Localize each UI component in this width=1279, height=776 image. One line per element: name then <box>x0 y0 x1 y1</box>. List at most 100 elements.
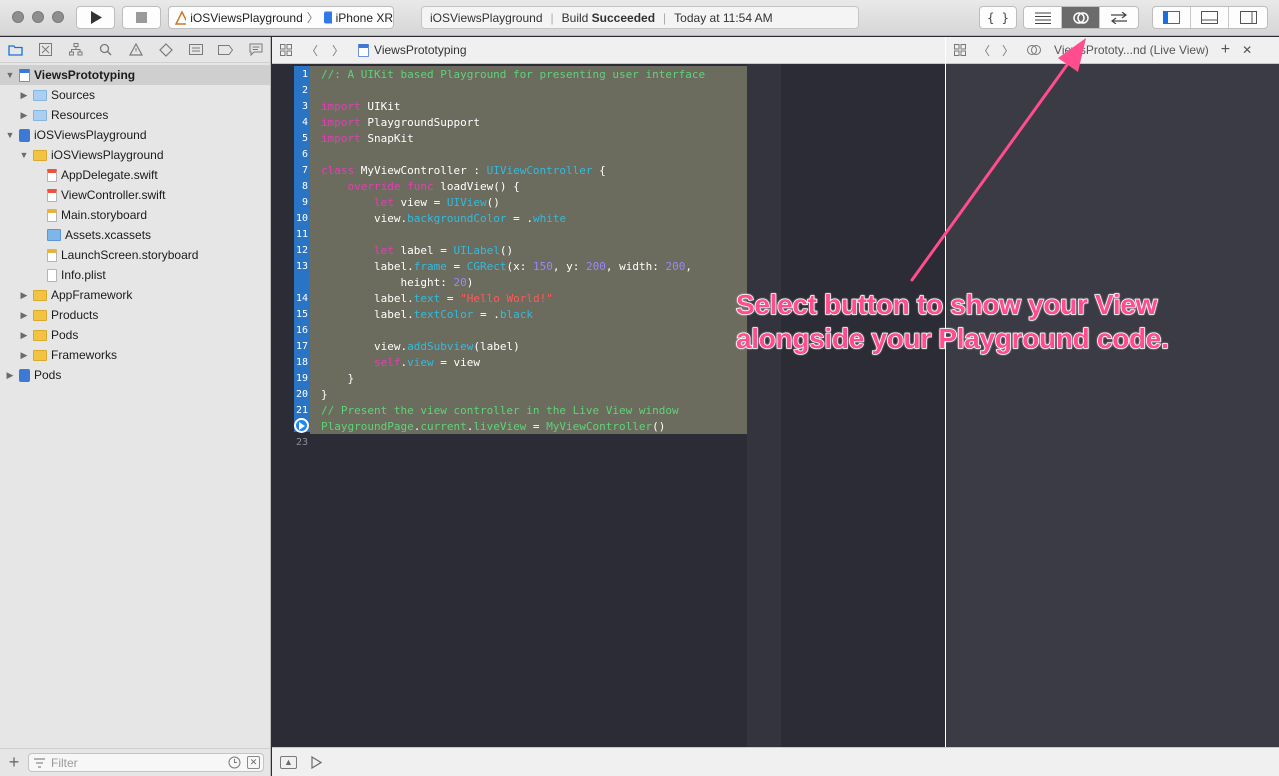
disclosure-collapsed-icon[interactable]: ▶ <box>19 350 29 361</box>
navigator-row[interactable]: LaunchScreen.storyboard <box>0 245 270 265</box>
callout-text: Select button to show your View alongsid… <box>735 288 1236 356</box>
navigator-row-label: AppFramework <box>51 288 133 302</box>
disclosure-collapsed-icon[interactable]: ▶ <box>19 330 29 341</box>
folder-icon <box>33 309 47 321</box>
back-arrow-icon[interactable]: 〈 <box>978 42 990 59</box>
editor-minimap[interactable] <box>747 64 781 747</box>
navigator-row-label: LaunchScreen.storyboard <box>61 248 199 262</box>
navigator-row[interactable]: ▶ Frameworks <box>0 345 270 365</box>
navigator-row[interactable]: ViewController.swift <box>0 185 270 205</box>
assistant-breadcrumb[interactable]: ViewsPrototy...nd (Live View) <box>1054 43 1209 57</box>
navigator-row[interactable]: Info.plist <box>0 265 270 285</box>
navigator-row[interactable]: ▶ Pods <box>0 325 270 345</box>
tab-source-control[interactable] <box>35 40 56 60</box>
navigator-row[interactable]: ▶ Pods <box>0 365 270 385</box>
version-editor-button[interactable] <box>1100 7 1138 28</box>
library-button[interactable]: { } <box>979 6 1017 29</box>
navigator-row[interactable]: ▶ Products <box>0 305 270 325</box>
close-editor-icon[interactable]: ✕ <box>1242 43 1252 57</box>
recent-files-icon[interactable] <box>228 756 241 769</box>
tab-report-navigator[interactable] <box>245 40 266 60</box>
navigator-tab-bar <box>0 37 270 63</box>
line-number: 19 <box>295 373 308 384</box>
code-token: label. <box>373 308 414 321</box>
tab-symbol-navigator[interactable] <box>65 40 86 60</box>
braces-icon: { } <box>987 10 1009 25</box>
live-view-canvas[interactable] <box>946 64 1279 747</box>
code-token: (x: <box>506 260 533 273</box>
stop-button[interactable] <box>122 6 161 29</box>
interlocking-rings-icon[interactable] <box>1026 44 1042 56</box>
navigator-row[interactable]: ▶ Sources <box>0 85 270 105</box>
breadcrumb[interactable]: ViewsPrototyping <box>358 43 467 57</box>
status-project: iOSViewsPlayground <box>430 10 543 25</box>
navigator-row-label: Main.storyboard <box>61 208 148 222</box>
related-items-icon[interactable] <box>280 44 292 56</box>
line-number: 2 <box>301 85 308 96</box>
code-token: , <box>685 260 692 273</box>
code-line: view.addSubview(label) <box>321 340 520 353</box>
back-arrow-icon[interactable]: 〈 <box>306 42 318 59</box>
property-token: view <box>407 356 434 369</box>
related-items-icon[interactable] <box>954 44 966 56</box>
disclosure-collapsed-icon[interactable]: ▶ <box>19 90 29 101</box>
disclosure-collapsed-icon[interactable]: ▶ <box>19 290 29 301</box>
filter-field[interactable]: Filter ✕ <box>28 753 264 772</box>
speech-bubble-icon <box>249 43 262 56</box>
folder-icon <box>33 109 47 121</box>
navigator-row-label: Resources <box>51 108 109 122</box>
add-file-button[interactable]: + <box>0 752 28 773</box>
run-button[interactable] <box>76 6 115 29</box>
navigator-row[interactable]: ▶ AppFramework <box>0 285 270 305</box>
navigator-row[interactable]: ▼ ViewsPrototyping <box>0 65 270 85</box>
source-editor[interactable]: 1234567891011121314151617181920212223 //… <box>272 64 945 747</box>
run-playground-icon[interactable] <box>294 418 309 433</box>
navigator-row[interactable]: AppDelegate.swift <box>0 165 270 185</box>
keyword-token: let <box>373 244 394 257</box>
status-separator: | <box>663 10 667 25</box>
close-window-button[interactable] <box>12 11 24 23</box>
tab-find-navigator[interactable] <box>95 40 116 60</box>
line-number: 3 <box>301 101 308 112</box>
disclosure-expanded-icon[interactable]: ▼ <box>5 130 15 140</box>
tab-project-navigator[interactable] <box>5 40 26 60</box>
code-line: PlaygroundPage.current.liveView = MyView… <box>321 420 665 433</box>
disclosure-collapsed-icon[interactable]: ▶ <box>5 370 15 381</box>
disclosure-expanded-icon[interactable]: ▼ <box>5 70 15 80</box>
swift-file-icon <box>47 188 57 202</box>
minimize-window-button[interactable] <box>32 11 44 23</box>
forward-arrow-icon[interactable]: 〉 <box>332 42 344 59</box>
forward-arrow-icon[interactable]: 〉 <box>1002 42 1014 59</box>
toggle-navigator-button[interactable] <box>1153 7 1191 28</box>
navigator-row[interactable]: ▼ iOSViewsPlayground <box>0 145 270 165</box>
string-token: "Hello World!" <box>460 292 553 305</box>
code-token: } <box>321 388 328 401</box>
disclosure-collapsed-icon[interactable]: ▶ <box>19 310 29 321</box>
tab-debug-navigator[interactable] <box>185 40 206 60</box>
code-token: height: <box>400 276 454 289</box>
toggle-debug-area-button[interactable] <box>1191 7 1229 28</box>
navigator-row-label: iOSViewsPlayground <box>51 148 164 162</box>
breadcrumb-label: ViewsPrototyping <box>374 43 467 57</box>
navigator-row[interactable]: ▼ iOSViewsPlayground <box>0 125 270 145</box>
zoom-window-button[interactable] <box>52 11 64 23</box>
toggle-inspector-button[interactable] <box>1229 7 1267 28</box>
play-outline-icon[interactable] <box>311 755 322 769</box>
tab-breakpoint-navigator[interactable] <box>215 40 236 60</box>
project-icon <box>19 128 30 142</box>
source-control-filter-icon[interactable]: ✕ <box>247 756 260 769</box>
navigator-row[interactable]: Assets.xcassets <box>0 225 270 245</box>
disclosure-collapsed-icon[interactable]: ▶ <box>19 110 29 121</box>
keyword-token: override <box>347 180 401 193</box>
hide-debug-area-icon[interactable]: ▲ <box>280 755 297 769</box>
disclosure-expanded-icon[interactable]: ▼ <box>19 150 29 160</box>
standard-editor-button[interactable] <box>1024 7 1062 28</box>
tab-issue-navigator[interactable] <box>125 40 146 60</box>
add-editor-icon[interactable]: + <box>1221 41 1230 59</box>
assistant-editor-button[interactable] <box>1062 7 1100 28</box>
navigator-row[interactable]: ▶ Resources <box>0 105 270 125</box>
scheme-selector[interactable]: iOSViewsPlayground 〉 iPhone XR <box>168 6 394 29</box>
tab-test-navigator[interactable] <box>155 40 176 60</box>
navigator-row[interactable]: Main.storyboard <box>0 205 270 225</box>
code-line: import PlaygroundSupport <box>321 116 480 129</box>
